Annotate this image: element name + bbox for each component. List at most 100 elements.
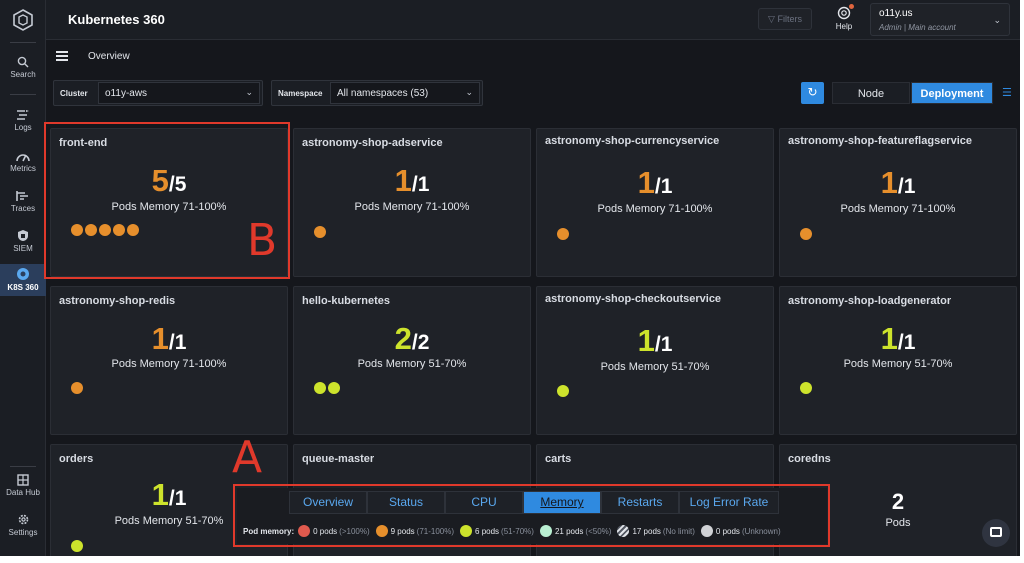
deployment-card[interactable]: astronomy-shop-currencyservice 1/1 Pods … <box>536 128 774 277</box>
search-icon <box>17 56 29 68</box>
pod-ready-count: 1 <box>880 165 898 200</box>
pod-ready-count: 1 <box>637 165 655 200</box>
deployment-name: carts <box>545 453 572 465</box>
pod-dots <box>800 227 814 245</box>
sidebar-item-label: Search <box>10 70 36 79</box>
deployment-name: orders <box>59 453 94 465</box>
sidebar-item-label: Settings <box>8 528 38 537</box>
deployment-name: astronomy-shop-checkoutservice <box>545 293 722 305</box>
annotation-label-a: A <box>232 432 263 483</box>
logzio-logo-icon[interactable] <box>11 8 35 32</box>
deployment-name: astronomy-shop-featureflagservice <box>788 135 972 147</box>
pod-dots <box>71 381 85 399</box>
pod-total-count: /1 <box>168 331 187 354</box>
namespace-select[interactable]: All namespaces (53) ⌄ <box>330 82 480 104</box>
sidebar-item-k8s-360[interactable]: K8S 360 <box>0 264 46 296</box>
pod-memory-caption: Pods Memory 51-70% <box>357 358 467 370</box>
pod-total-count: /2 <box>411 331 430 354</box>
pod-memory-caption: Pods Memory 71-100% <box>597 203 713 215</box>
sidebar-item-settings[interactable]: Settings <box>0 513 46 541</box>
view-node-toggle[interactable]: Node <box>832 82 910 104</box>
pod-total-count: /1 <box>897 331 916 354</box>
pod-ready-count: 1 <box>151 321 169 356</box>
pod-dots <box>800 381 814 399</box>
view-deployment-toggle[interactable]: Deployment <box>911 82 993 104</box>
gear-icon <box>18 514 28 525</box>
cluster-select[interactable]: o11y-aws ⌄ <box>98 82 260 104</box>
sidebar-item-data-hub[interactable]: Data Hub <box>0 474 46 502</box>
chat-icon <box>990 527 1002 537</box>
sidebar-item-logs[interactable]: Logs <box>0 109 46 137</box>
filter-row: Cluster o11y-aws ⌄ Namespace All namespa… <box>46 78 1020 108</box>
annotation-box-a <box>233 484 830 547</box>
breadcrumb: Overview <box>88 51 130 62</box>
sidebar-item-metrics[interactable]: Metrics <box>0 150 46 178</box>
metrics-icon <box>16 154 30 162</box>
sidebar: Search Logs Metrics Traces SIEM K8S 360 … <box>0 0 46 556</box>
sidebar-item-siem[interactable]: SIEM <box>0 229 46 257</box>
notification-dot <box>849 4 854 9</box>
deployment-card[interactable]: astronomy-shop-checkoutservice 1/1 Pods … <box>536 286 774 435</box>
namespace-label: Namespace <box>278 89 323 98</box>
namespace-filter: Namespace All namespaces (53) ⌄ <box>271 80 483 106</box>
chevron-down-icon: ⌄ <box>245 87 253 97</box>
pod-dots <box>314 381 342 399</box>
deployment-card[interactable]: astronomy-shop-loadgenerator 1/1 Pods Me… <box>779 286 1017 435</box>
deployment-name: hello-kubernetes <box>302 295 391 307</box>
pod-total-count: /1 <box>897 175 916 198</box>
sidebar-item-label: SIEM <box>13 244 33 253</box>
list-view-icon[interactable]: ☰ <box>1002 86 1012 99</box>
cluster-label: Cluster <box>60 89 88 98</box>
deployment-name: astronomy-shop-currencyservice <box>545 135 720 147</box>
deployment-card[interactable]: astronomy-shop-featureflagservice 1/1 Po… <box>779 128 1017 277</box>
chevron-down-icon: ⌄ <box>465 87 473 97</box>
pod-dots <box>314 225 328 243</box>
pod-ready-count: 1 <box>880 321 898 356</box>
sidebar-item-search[interactable]: Search <box>0 56 46 84</box>
deployment-name: queue-master <box>302 453 375 465</box>
hamburger-menu-icon[interactable] <box>56 51 68 63</box>
annotation-label-b: B <box>247 215 278 266</box>
sidebar-item-label: Logs <box>14 123 32 132</box>
pod-dots <box>71 539 85 556</box>
pod-count: 2/2 <box>294 321 530 357</box>
pod-dots <box>557 227 571 245</box>
account-selector[interactable]: o11y.us Admin | Main account ⌄ <box>870 3 1010 36</box>
deployment-name: astronomy-shop-loadgenerator <box>788 295 952 307</box>
account-role: Admin | Main account <box>879 23 956 32</box>
pod-count: 1/1 <box>780 321 1016 357</box>
traces-icon <box>16 191 28 201</box>
pod-ready-count: 1 <box>637 323 655 358</box>
sidebar-item-label: Data Hub <box>6 488 40 497</box>
breadcrumb-bar: Overview <box>46 41 1020 72</box>
sidebar-item-label: K8S 360 <box>7 283 39 292</box>
deployment-card[interactable]: astronomy-shop-redis 1/1 Pods Memory 71-… <box>50 286 288 435</box>
k8s-icon <box>17 268 29 280</box>
pod-memory-caption: Pods Memory 51-70% <box>600 361 710 373</box>
deployment-card[interactable]: astronomy-shop-adservice 1/1 Pods Memory… <box>293 128 531 277</box>
deployment-name: coredns <box>788 453 831 465</box>
pod-count: 1/1 <box>780 165 1016 201</box>
data-hub-icon <box>17 474 29 486</box>
refresh-icon: ↻ <box>807 85 818 99</box>
pod-count: 1/1 <box>294 163 530 199</box>
pod-count: 1/1 <box>51 321 287 357</box>
cluster-filter: Cluster o11y-aws ⌄ <box>53 80 263 106</box>
pod-ready-count: 2 <box>394 321 412 356</box>
help-button[interactable]: Help <box>832 4 856 31</box>
pod-memory-caption: Pods Memory 71-100% <box>111 358 227 370</box>
refresh-button[interactable]: ↻ <box>801 82 824 104</box>
namespace-value: All namespaces (53) <box>337 88 429 99</box>
deployment-name: astronomy-shop-adservice <box>302 137 443 149</box>
filters-button[interactable]: ▽ Filters <box>758 8 812 30</box>
pod-total-count: /1 <box>411 173 430 196</box>
pod-ready-count: 2 <box>891 489 905 514</box>
pod-total-count: /1 <box>654 333 673 356</box>
sidebar-item-traces[interactable]: Traces <box>0 190 46 218</box>
pod-ready-count: 1 <box>394 163 412 198</box>
sidebar-item-label: Traces <box>10 204 36 213</box>
deployment-card[interactable]: hello-kubernetes 2/2 Pods Memory 51-70% <box>293 286 531 435</box>
chat-button[interactable] <box>982 519 1010 547</box>
pod-memory-caption: Pods Memory 71-100% <box>840 203 956 215</box>
account-name: o11y.us <box>879 8 913 19</box>
